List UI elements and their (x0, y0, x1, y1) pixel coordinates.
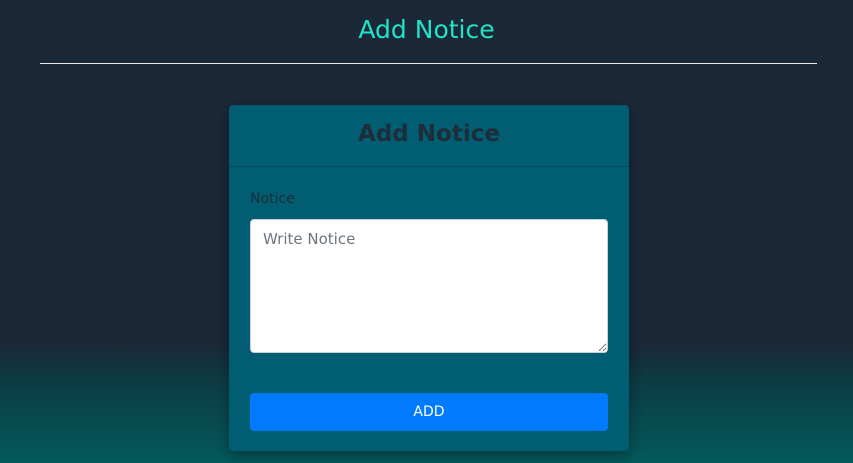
notice-textarea[interactable] (250, 219, 608, 353)
card-title: Add Notice (358, 121, 500, 147)
add-button[interactable]: ADD (250, 393, 608, 431)
card-header: Add Notice (229, 105, 629, 167)
add-notice-card: Add Notice Notice ADD (229, 105, 629, 451)
notice-label: Notice (250, 191, 295, 207)
page-title: Add Notice (358, 15, 495, 44)
title-divider (40, 63, 817, 64)
